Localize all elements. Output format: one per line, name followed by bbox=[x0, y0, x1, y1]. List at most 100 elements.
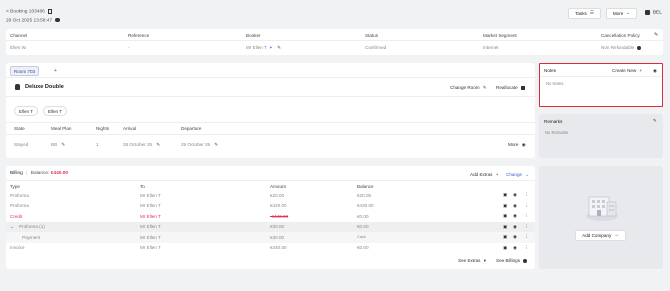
edit-icon: ✎ bbox=[214, 142, 219, 147]
kebab-menu-icon[interactable]: ⋮ bbox=[524, 213, 529, 219]
edit-icon: ✎ bbox=[61, 142, 66, 147]
tab-room-label: Room 703 bbox=[13, 68, 36, 74]
edit-icon: ✎ bbox=[156, 142, 161, 147]
table-row[interactable]: Proforma Mr Ellen T €420.00 €420.00 ▣ ◉ … bbox=[6, 201, 535, 212]
printer-icon[interactable]: ▣ bbox=[503, 213, 507, 219]
plus-icon: + bbox=[639, 68, 643, 73]
change-room-label: Change Room bbox=[450, 85, 480, 90]
table-row[interactable]: Proforma Mr Ellen T €20.00 €20.00 ▣ ◉ ⋮ bbox=[6, 190, 535, 201]
reallocate-button[interactable]: Reallocate bbox=[496, 85, 525, 90]
departure-label: 29 October 25 bbox=[181, 142, 211, 147]
meal-plan-value[interactable]: BB ✎ bbox=[51, 142, 65, 148]
booking-datetime-label: 29 Oct 2025 13:58:47 bbox=[6, 18, 53, 23]
billing-separator: | bbox=[26, 171, 28, 176]
change-button[interactable]: Change ⌄ bbox=[506, 172, 529, 178]
balance-cell: €0.00 bbox=[357, 213, 369, 219]
change-room-button[interactable]: Change Room ✎ bbox=[450, 85, 487, 91]
printer-icon[interactable]: ▣ bbox=[503, 203, 507, 209]
divider bbox=[6, 134, 535, 135]
more-stay-button[interactable]: More ◉ bbox=[508, 142, 526, 148]
add-extras-button[interactable]: Add Extras + bbox=[470, 172, 498, 177]
info-icon[interactable] bbox=[637, 45, 642, 50]
back-link[interactable]: < Booking 103486 bbox=[6, 9, 52, 15]
tab-room-703[interactable]: Room 703 bbox=[10, 66, 39, 76]
to-cell: Mr Ellen T bbox=[140, 234, 161, 240]
type-cell: Invoice bbox=[10, 245, 25, 251]
header-reference: Reference bbox=[128, 33, 150, 38]
booking-info-card: Channel Reference Booker Status Market S… bbox=[6, 29, 663, 55]
create-note-button[interactable]: Create New + bbox=[612, 68, 642, 73]
arrival-value[interactable]: 28 October 25 ✎ bbox=[123, 142, 160, 148]
arrival-label: 28 October 25 bbox=[123, 142, 153, 147]
booker-value[interactable]: Mr Ellen T ✦ ✎ bbox=[246, 45, 281, 51]
header-amount: Amount bbox=[270, 184, 286, 189]
billing-header: Billing | Balance: €440.00 bbox=[10, 171, 68, 176]
table-row[interactable]: Payment Mr Ellen T €30.00 Cash ▣ ◉ ⋮ bbox=[6, 232, 535, 243]
printer-icon bbox=[645, 10, 650, 15]
more-button[interactable]: More ⌄ bbox=[606, 8, 637, 19]
eye-icon[interactable]: ◉ bbox=[513, 224, 517, 230]
change-label: Change bbox=[506, 172, 523, 177]
chevron-down-icon[interactable]: ⌄ bbox=[10, 224, 14, 230]
reference-value: - bbox=[128, 45, 130, 50]
guest-chip[interactable]: Ellen T bbox=[43, 106, 67, 116]
billing-title: Billing bbox=[10, 171, 23, 176]
edit-remarks-icon[interactable]: ✎ bbox=[653, 118, 657, 124]
copy-icon[interactable] bbox=[48, 9, 52, 14]
tasks-button[interactable]: Tasks ☰ bbox=[568, 8, 601, 19]
kebab-menu-icon[interactable]: ⋮ bbox=[524, 224, 529, 230]
add-room-tab-button[interactable]: + bbox=[54, 68, 57, 74]
table-row-group[interactable]: ⌄ Proforma (1) Mr Ellen T €30.00 €0.00 ▣… bbox=[6, 221, 535, 232]
edit-booking-icon[interactable]: ✎ bbox=[654, 32, 658, 38]
guest-chip[interactable]: Ellen T bbox=[14, 106, 38, 116]
departure-value[interactable]: 29 October 25 ✎ bbox=[181, 142, 218, 148]
language-selector[interactable]: BEL bbox=[645, 10, 662, 16]
eye-icon: ◉ bbox=[521, 142, 526, 147]
printer-icon[interactable]: ▣ bbox=[503, 224, 507, 230]
divider bbox=[6, 180, 535, 181]
table-row[interactable]: Invoice Mr Ellen T €440.00 €0.00 ▣ ◉ ⋮ bbox=[6, 243, 535, 254]
booking-datetime: 29 Oct 2025 13:58:47 bbox=[6, 17, 60, 23]
no-remarks-text: No Remarks bbox=[545, 130, 569, 135]
to-cell: Mr Ellen T bbox=[140, 192, 161, 198]
header-balance: Balance bbox=[357, 184, 374, 189]
eye-icon[interactable]: ◉ bbox=[513, 213, 517, 219]
kebab-menu-icon[interactable]: ⋮ bbox=[524, 245, 529, 251]
printer-icon[interactable]: ▣ bbox=[503, 192, 507, 198]
to-cell: Mr Ellen T bbox=[140, 245, 161, 251]
remarks-card: Remarks ✎ No Remarks bbox=[539, 114, 663, 158]
header-channel: Channel bbox=[10, 33, 28, 38]
eye-icon[interactable]: ◉ bbox=[513, 234, 517, 240]
add-company-button[interactable]: Add Company → bbox=[575, 230, 626, 241]
clock-icon bbox=[55, 17, 60, 22]
amount-cell: €30.00 bbox=[270, 234, 285, 240]
divider bbox=[6, 40, 663, 41]
balance-value: €440.00 bbox=[50, 171, 69, 176]
notes-card: Notes Create New + ◉ No Notes bbox=[539, 63, 663, 107]
printer-icon[interactable]: ▣ bbox=[503, 245, 507, 251]
header-market-segment: Market Segment bbox=[483, 33, 517, 38]
edit-booker-icon[interactable]: ✎ bbox=[277, 45, 281, 50]
balance-cell: €0.00 bbox=[357, 245, 369, 251]
divider bbox=[6, 122, 535, 123]
eye-icon[interactable]: ◉ bbox=[513, 203, 517, 209]
see-extras-button[interactable]: See Extras ▾ bbox=[458, 258, 486, 264]
see-extras-label: See Extras bbox=[458, 258, 481, 263]
eye-icon[interactable]: ◉ bbox=[513, 245, 517, 251]
see-billings-button[interactable]: See Billings bbox=[496, 258, 528, 263]
kebab-menu-icon[interactable]: ⋮ bbox=[524, 203, 529, 209]
table-row[interactable]: Credit Mr Ellen T -€440.00 €0.00 ▣ ◉ ⋮ bbox=[6, 211, 535, 222]
cart-icon: ▾ bbox=[483, 258, 487, 263]
eye-icon[interactable]: ◉ bbox=[653, 68, 657, 74]
balance-cell: €20.00 bbox=[357, 192, 372, 198]
eye-icon[interactable]: ◉ bbox=[513, 192, 517, 198]
printer-icon[interactable]: ▣ bbox=[503, 234, 507, 240]
kebab-menu-icon[interactable]: ⋮ bbox=[524, 234, 529, 240]
kebab-menu-icon[interactable]: ⋮ bbox=[524, 192, 529, 198]
amount-cell: -€440.00 bbox=[270, 213, 289, 219]
create-note-label: Create New bbox=[612, 68, 637, 73]
guest-name: Ellen T bbox=[18, 108, 34, 114]
balance-cell: €0.00 bbox=[357, 224, 369, 230]
type-cell: Proforma bbox=[10, 192, 29, 198]
divider bbox=[540, 76, 662, 77]
